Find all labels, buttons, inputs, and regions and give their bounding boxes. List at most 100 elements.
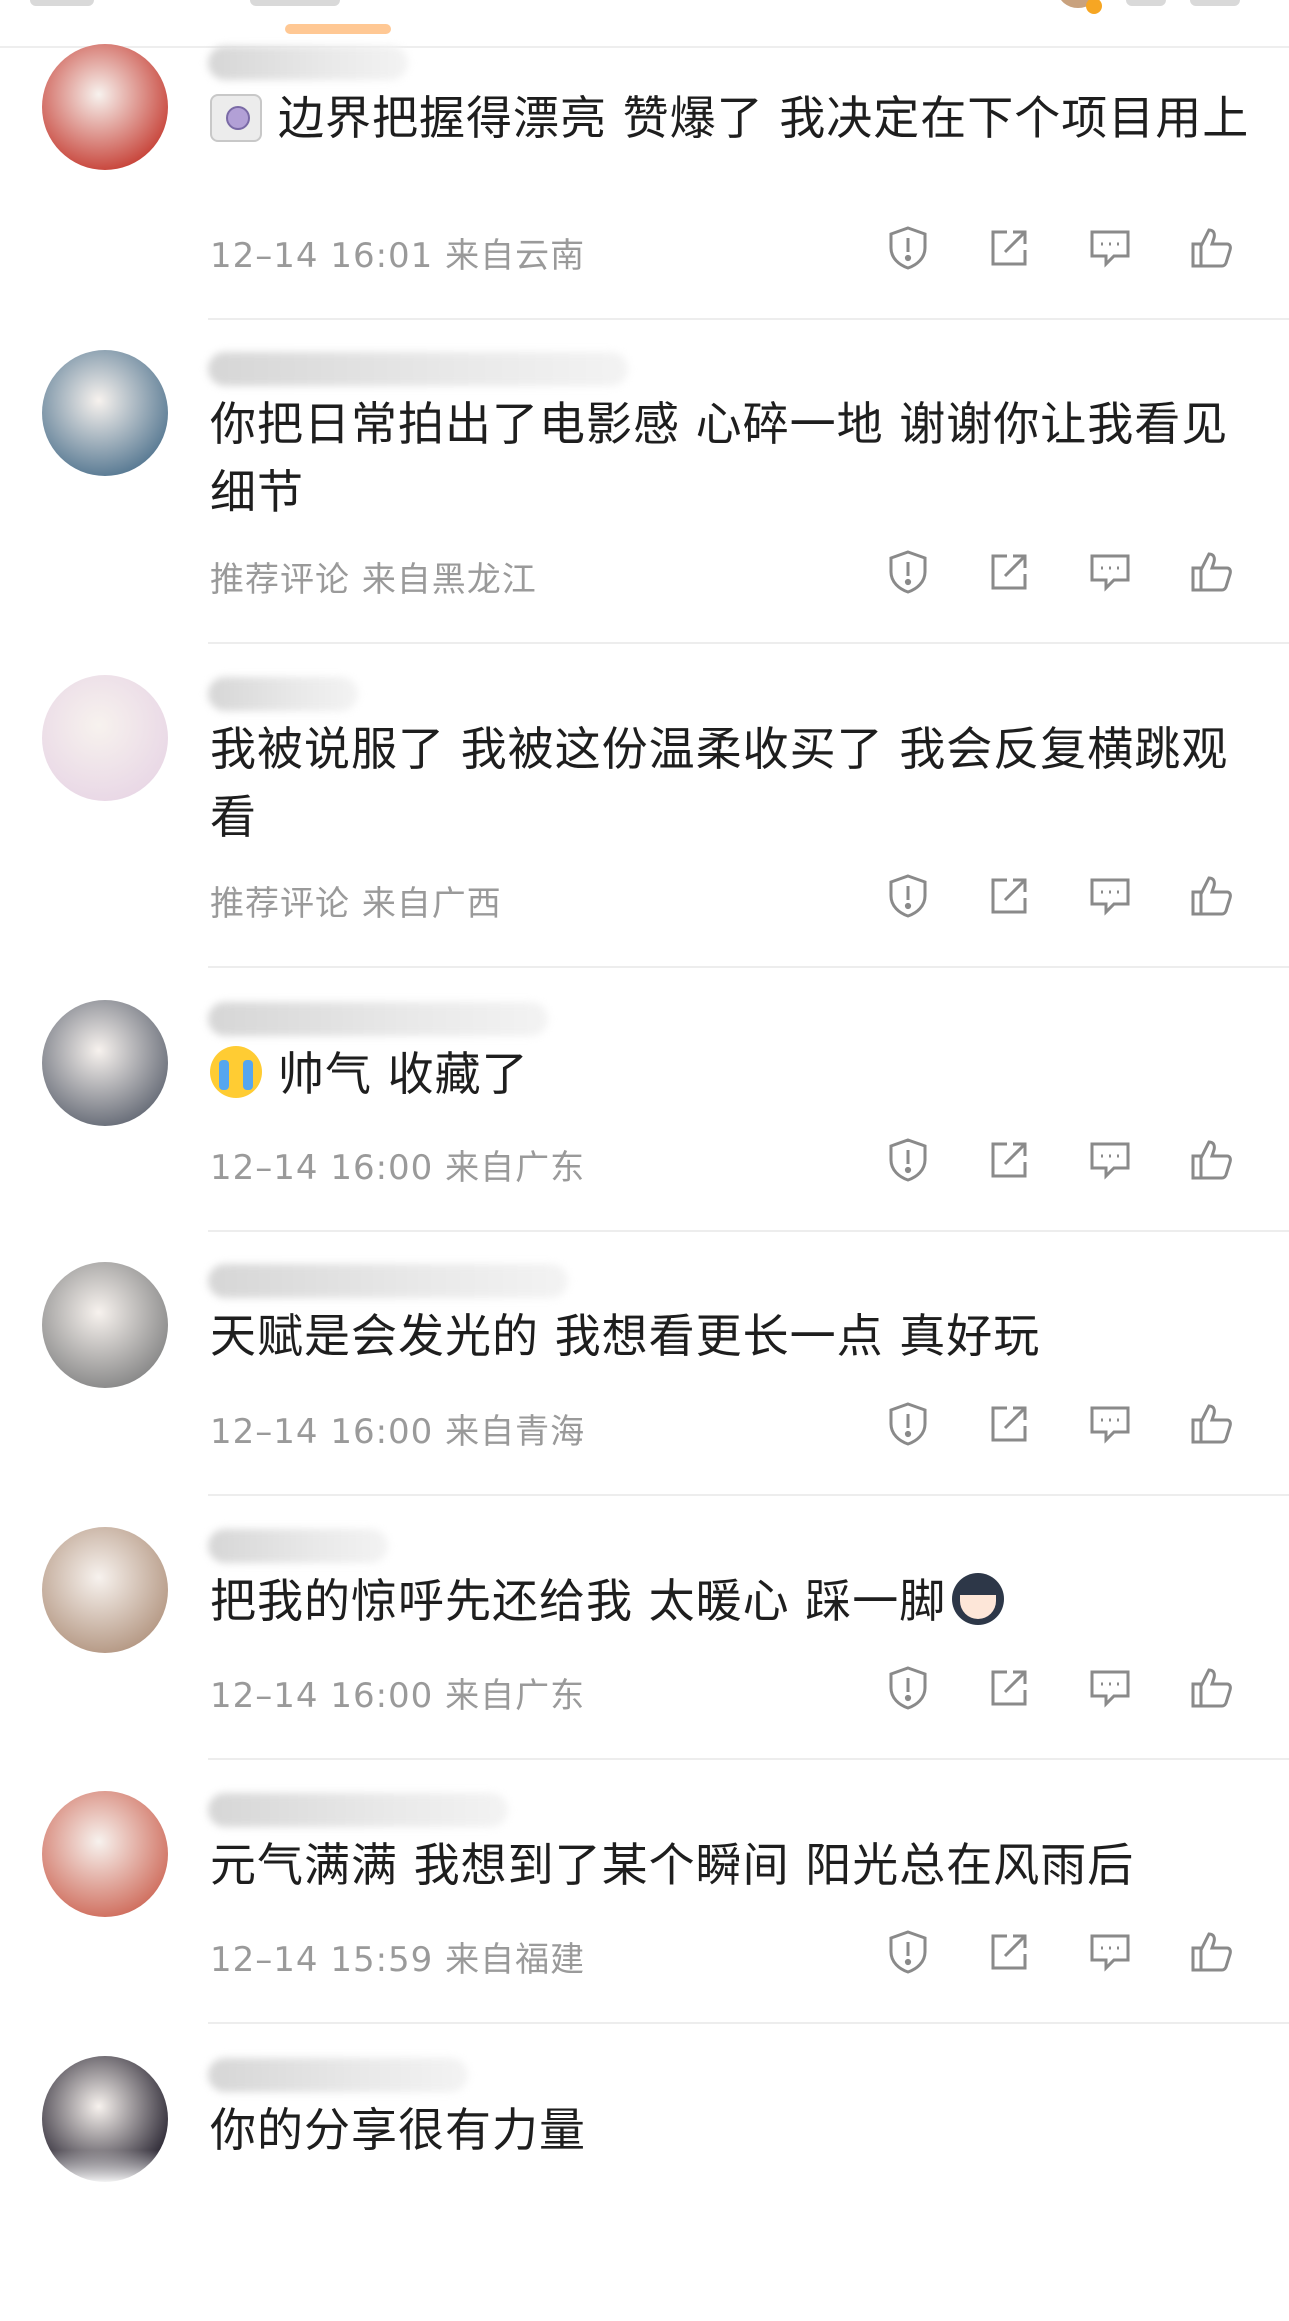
avatar[interactable]	[42, 1000, 168, 1126]
avatar[interactable]	[42, 1262, 168, 1388]
username-blurred[interactable]	[208, 2058, 468, 2092]
comment-meta: 12–14 16:00 来自广东	[210, 1668, 585, 1717]
comment-location: 来自云南	[445, 236, 586, 276]
comment-divider	[208, 1494, 1289, 1496]
comment-time: 12–14 16:00	[210, 1412, 434, 1452]
avatar[interactable]	[42, 44, 168, 170]
comment-icon[interactable]	[1082, 1660, 1138, 1716]
username-blurred[interactable]	[208, 677, 358, 711]
comment-text: 把我的惊呼先还给我 太暖心 踩一脚	[210, 1567, 1260, 1635]
comment-icon[interactable]	[1082, 220, 1138, 276]
comment-body: 你的分享很有力量	[210, 2103, 586, 2157]
report-icon[interactable]	[880, 1132, 936, 1188]
share-icon[interactable]	[981, 220, 1037, 276]
like-icon[interactable]	[1183, 1660, 1239, 1716]
comment-icon[interactable]	[1082, 1132, 1138, 1188]
comment-location: 来自青海	[445, 1412, 586, 1452]
comment-item[interactable]: 帅气 收藏了 12–14 16:00 来自广东	[0, 1000, 1289, 1265]
username-blurred[interactable]	[208, 1793, 508, 1827]
comment-actions	[880, 220, 1250, 276]
report-icon[interactable]	[880, 868, 936, 924]
like-icon[interactable]	[1183, 1924, 1239, 1980]
comment-divider	[208, 1230, 1289, 1232]
comment-item[interactable]: 我被说服了 我被这份温柔收买了 我会反复横跳观看推荐评论 来自广西	[0, 675, 1289, 940]
comment-icon[interactable]	[1082, 1924, 1138, 1980]
comment-item[interactable]: 你的分享很有力量	[0, 2056, 1289, 2321]
comment-item[interactable]: 你把日常拍出了电影感 心碎一地 谢谢你让我看见细节推荐评论 来自黑龙江	[0, 350, 1289, 615]
comment-meta: 12–14 15:59 来自福建	[210, 1932, 585, 1981]
share-icon[interactable]	[981, 544, 1037, 600]
avatar[interactable]	[42, 1527, 168, 1653]
comment-actions	[880, 1396, 1250, 1452]
camera-emoji-icon	[210, 94, 262, 142]
comment-text: 你把日常拍出了电影感 心碎一地 谢谢你让我看见细节	[210, 390, 1260, 526]
comment-time: 推荐评论	[210, 560, 350, 600]
comment-meta: 推荐评论 来自广西	[210, 876, 502, 925]
comment-divider	[208, 318, 1289, 320]
like-icon[interactable]	[1183, 220, 1239, 276]
comment-time: 12–14 16:01	[210, 236, 434, 276]
avatar[interactable]	[42, 350, 168, 476]
username-blurred[interactable]	[208, 1529, 388, 1563]
avatar[interactable]	[42, 1791, 168, 1917]
comment-text: 元气满满 我想到了某个瞬间 阳光总在风雨后	[210, 1831, 1260, 1899]
comment-icon[interactable]	[1082, 1396, 1138, 1452]
comment-item[interactable]: 元气满满 我想到了某个瞬间 阳光总在风雨后 12–14 15:59 来自福建	[0, 1791, 1289, 2056]
share-icon[interactable]	[981, 1396, 1037, 1452]
share-icon[interactable]	[981, 1924, 1037, 1980]
comment-time: 12–14 15:59	[210, 1940, 434, 1980]
comment-item[interactable]: 把我的惊呼先还给我 太暖心 踩一脚 12–14 16:00 来自广东	[0, 1527, 1289, 1792]
comment-icon[interactable]	[1082, 544, 1138, 600]
comment-item[interactable]: 天赋是会发光的 我想看更长一点 真好玩 12–14 16:00 来自青海	[0, 1262, 1289, 1527]
comment-body: 你把日常拍出了电影感 心碎一地 谢谢你让我看见细节	[210, 397, 1229, 519]
comment-icon[interactable]	[1082, 868, 1138, 924]
comment-time: 12–14 16:00	[210, 1148, 434, 1188]
comment-time: 推荐评论	[210, 884, 350, 924]
comment-location: 来自广西	[361, 884, 502, 924]
report-icon[interactable]	[880, 544, 936, 600]
comment-divider	[208, 966, 1289, 968]
comment-actions	[880, 544, 1250, 600]
share-icon[interactable]	[981, 1660, 1037, 1716]
comment-divider	[208, 1758, 1289, 1760]
like-icon[interactable]	[1183, 1132, 1239, 1188]
comment-body: 元气满满 我想到了某个瞬间 阳光总在风雨后	[210, 1838, 1135, 1892]
username-blurred[interactable]	[208, 46, 408, 80]
comment-text: 天赋是会发光的 我想看更长一点 真好玩	[210, 1302, 1260, 1370]
report-icon[interactable]	[880, 1396, 936, 1452]
like-icon[interactable]	[1183, 1396, 1239, 1452]
comment-location: 来自黑龙江	[361, 560, 537, 600]
active-tab-indicator	[285, 24, 391, 34]
comment-body: 帅气 收藏了	[278, 1047, 529, 1101]
share-icon[interactable]	[981, 1132, 1037, 1188]
share-icon[interactable]	[981, 868, 1037, 924]
comment-body: 把我的惊呼先还给我 太暖心 踩一脚	[210, 1574, 947, 1628]
report-icon[interactable]	[880, 1924, 936, 1980]
username-blurred[interactable]	[208, 1002, 548, 1036]
verified-badge-icon	[1086, 0, 1102, 14]
comment-text: 我被说服了 我被这份温柔收买了 我会反复横跳观看	[210, 715, 1260, 851]
header-text-fragment	[1126, 0, 1166, 6]
like-icon[interactable]	[1183, 868, 1239, 924]
avatar[interactable]	[42, 675, 168, 801]
report-icon[interactable]	[880, 220, 936, 276]
comment-actions	[880, 868, 1250, 924]
crying-emoji-icon	[210, 1046, 262, 1098]
header-text-fragment	[1190, 0, 1240, 6]
comment-time: 12–14 16:00	[210, 1676, 434, 1716]
comment-location: 来自福建	[445, 1940, 586, 1980]
comment-body: 边界把握得漂亮 赞爆了 我决定在下个项目用上	[278, 91, 1250, 145]
comment-meta: 12–14 16:01 来自云南	[210, 228, 585, 277]
username-blurred[interactable]	[208, 352, 628, 386]
report-icon[interactable]	[880, 1660, 936, 1716]
comment-item[interactable]: 边界把握得漂亮 赞爆了 我决定在下个项目用上 12–14 16:01 来自云南	[0, 44, 1289, 309]
comment-text: 边界把握得漂亮 赞爆了 我决定在下个项目用上	[210, 84, 1260, 152]
comment-text: 帅气 收藏了	[210, 1040, 1260, 1108]
username-blurred[interactable]	[208, 1264, 568, 1298]
like-icon[interactable]	[1183, 544, 1239, 600]
header-text-fragment	[30, 0, 94, 6]
comment-divider	[208, 2022, 1289, 2024]
comment-body: 天赋是会发光的 我想看更长一点 真好玩	[210, 1309, 1041, 1363]
boy-face-emoji-icon	[952, 1573, 1005, 1625]
comment-actions	[880, 1924, 1250, 1980]
